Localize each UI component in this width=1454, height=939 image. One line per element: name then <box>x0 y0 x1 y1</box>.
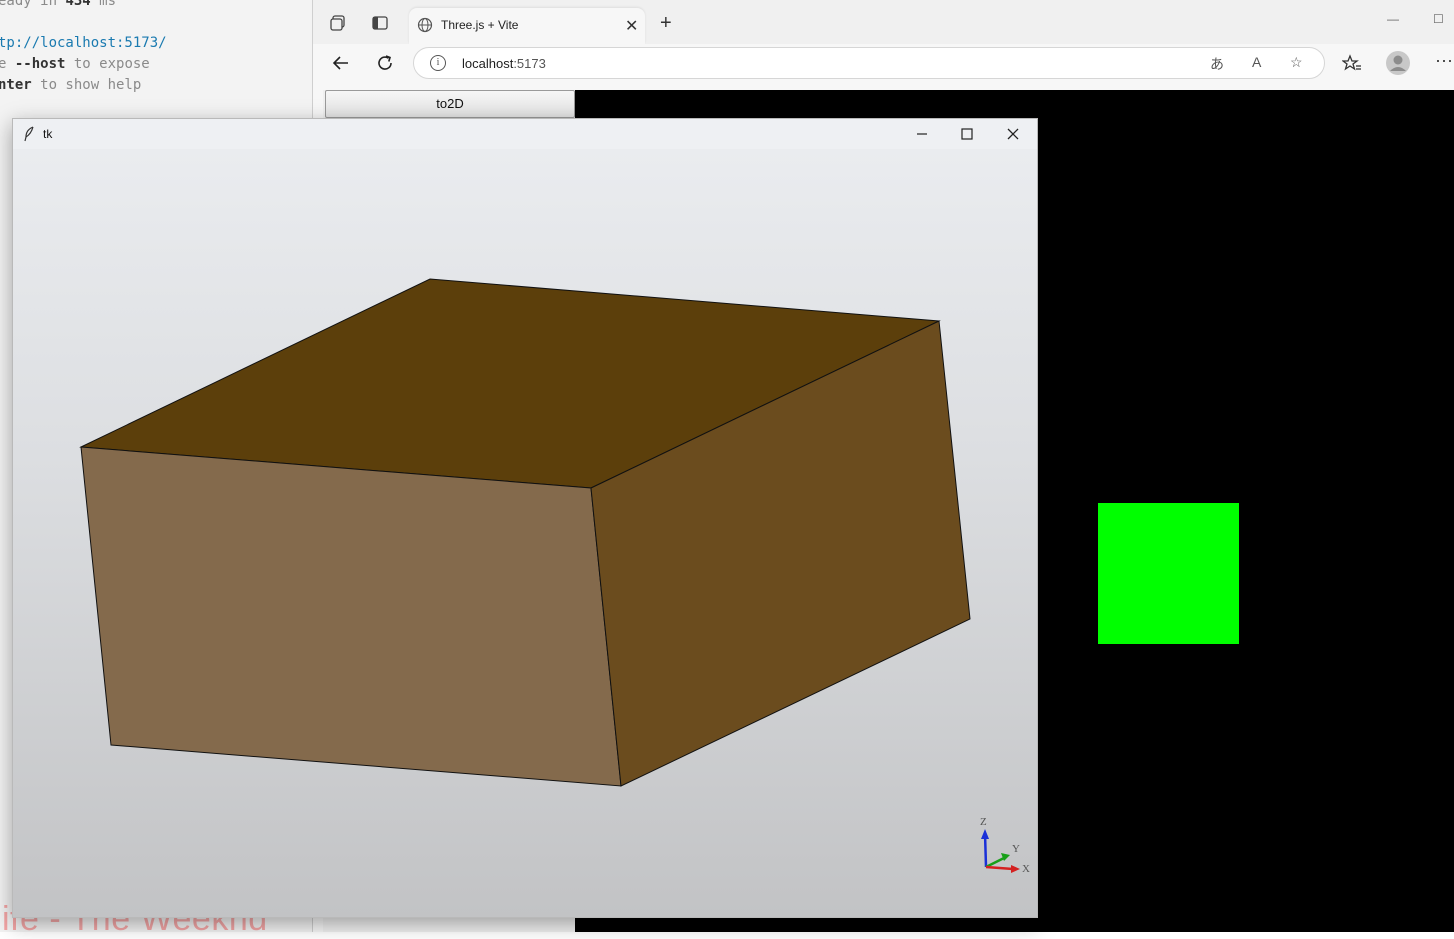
favorites-icon[interactable] <box>1342 53 1362 73</box>
local-url: tp://localhost:5173/ <box>0 35 167 51</box>
url-port: :5173 <box>513 56 546 71</box>
to2d-button[interactable]: to2D <box>325 90 575 118</box>
maximize-icon[interactable] <box>958 125 976 143</box>
tab-actions-icon[interactable] <box>371 14 389 32</box>
url-host: localhost <box>462 56 514 71</box>
box-render: Z Y X <box>79 278 1030 875</box>
y-axis-line <box>985 855 1007 869</box>
info-icon[interactable]: i <box>430 55 446 71</box>
tk-window-title: tk <box>43 127 53 141</box>
help-suffix: to show help <box>31 77 142 93</box>
y-axis-label: Y <box>1012 843 1020 855</box>
host-prefix: e <box>0 56 7 72</box>
refresh-icon[interactable] <box>375 53 395 73</box>
ready-text: eady in <box>0 0 66 9</box>
address-bar[interactable]: i localhost:5173 あ A ☆ <box>413 47 1325 79</box>
favorite-icon[interactable]: ☆ <box>1290 54 1303 71</box>
close-icon[interactable]: ✕ <box>625 16 638 36</box>
tab-title: Three.js + Vite <box>441 18 519 32</box>
x-axis-label: X <box>1022 863 1030 875</box>
profile-icon[interactable] <box>1385 50 1411 76</box>
globe-icon <box>417 17 433 33</box>
read-aloud-icon[interactable]: A <box>1252 54 1261 70</box>
tab-threejs-vite[interactable]: Three.js + Vite ✕ <box>409 8 645 44</box>
minimize-window-icon[interactable]: — <box>1387 12 1399 26</box>
maximize-window-icon[interactable]: ☐ <box>1433 12 1444 26</box>
translate-icon[interactable]: あ <box>1210 54 1224 74</box>
more-icon[interactable]: ··· <box>1435 50 1453 71</box>
close-window-icon[interactable] <box>1004 125 1022 143</box>
ready-unit: ms <box>90 0 117 9</box>
ready-time: 434 <box>65 0 91 9</box>
host-suffix: to expose <box>65 56 150 72</box>
tk-title-bar[interactable]: tk <box>13 119 1037 149</box>
x-axis-line <box>985 865 1014 871</box>
x-axis-arrowhead <box>1011 865 1020 873</box>
feather-icon <box>24 126 34 142</box>
z-axis-arrowhead <box>981 829 989 839</box>
green-square <box>1098 503 1239 644</box>
tab-strip: Three.js + Vite ✕ + — ☐ <box>313 0 1454 44</box>
terminal-line-url: tp://localhost:5173/ <box>0 35 167 51</box>
minimize-icon[interactable] <box>913 125 931 143</box>
z-axis-label: Z <box>980 816 987 828</box>
terminal-line-host: e --host to expose <box>0 56 150 72</box>
navigation-bar: i localhost:5173 あ A ☆ ··· <box>313 44 1454 84</box>
terminal-line-ready: eady in 434 ms <box>0 0 116 9</box>
url-text[interactable]: localhost:5173 <box>462 56 546 71</box>
box-front-face <box>80 446 622 787</box>
terminal-line-help: nter to show help <box>0 77 141 93</box>
help-key: nter <box>0 77 32 93</box>
host-flag: --host <box>14 56 66 72</box>
new-tab-icon[interactable]: + <box>660 13 672 33</box>
occ-3d-canvas[interactable]: Z Y X <box>13 149 1037 917</box>
axis-triad: Z Y X <box>980 816 1030 875</box>
back-icon[interactable] <box>331 53 351 73</box>
tk-window: tk Z Y X <box>12 118 1038 918</box>
workspaces-icon[interactable] <box>329 14 347 32</box>
